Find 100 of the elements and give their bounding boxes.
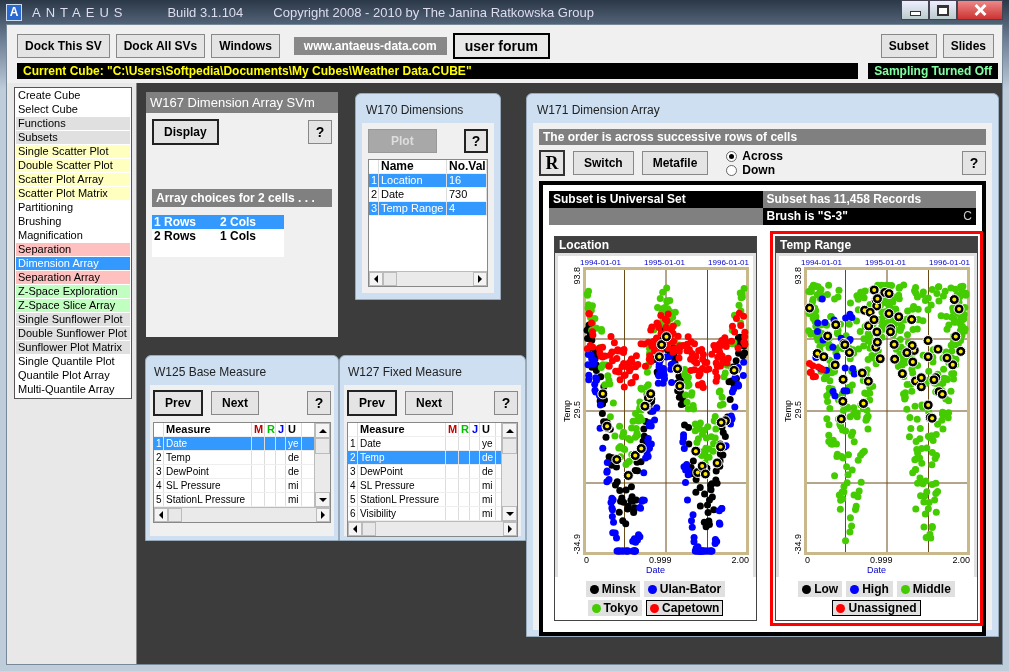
row-number: 4 xyxy=(154,479,164,492)
legend-item[interactable]: Unassigned xyxy=(832,600,921,616)
toolbar-button[interactable]: Dock This SV xyxy=(17,34,110,58)
vertical-scrollbar[interactable] xyxy=(314,423,330,507)
next-button[interactable]: Next xyxy=(405,391,454,415)
legend-item[interactable]: High xyxy=(846,581,893,597)
arrow-down-icon xyxy=(505,511,514,516)
legend-item[interactable]: Capetown xyxy=(646,600,724,616)
sidebar-item[interactable]: Scatter Plot Array xyxy=(16,173,130,187)
window-title: W127 Fixed Measure xyxy=(347,364,464,381)
display-button[interactable]: Display xyxy=(152,119,219,145)
row-number: 4 xyxy=(348,479,358,492)
sidebar-item[interactable]: Double Sunflower Plot xyxy=(16,327,130,341)
help-button[interactable]: ? xyxy=(464,129,488,153)
table-row[interactable]: 4 SL Pressure mi xyxy=(154,479,314,493)
r-button[interactable]: R xyxy=(539,150,565,176)
sidebar-item[interactable]: Z-Space Exploration xyxy=(16,285,130,299)
column-header: M xyxy=(446,423,459,436)
axis-tick-label: 1995-01-01 xyxy=(644,258,685,267)
axis-tick-label: 0 xyxy=(805,555,810,565)
legend-item[interactable]: Tokyo xyxy=(587,600,643,616)
axis-tick-label: -34.9 xyxy=(793,534,804,555)
horizontal-scrollbar[interactable] xyxy=(369,271,487,286)
row-number: 5 xyxy=(348,493,358,506)
sidebar-item[interactable]: Scatter Plot Matrix xyxy=(16,187,130,201)
arrow-left-icon xyxy=(159,511,163,519)
prev-button[interactable]: Prev xyxy=(153,390,204,416)
sidebar-item[interactable]: Double Scatter Plot xyxy=(16,159,130,173)
axis-tick-label: 1995-01-01 xyxy=(865,258,906,267)
sidebar-item[interactable]: Sunflower Plot Matrix xyxy=(16,341,130,355)
panel-title: Temp Range xyxy=(776,237,977,253)
arrow-up-icon xyxy=(505,428,514,433)
sidebar-item[interactable]: Subsets xyxy=(16,131,130,145)
minimize-button[interactable] xyxy=(901,0,929,20)
scrollbar-thumb[interactable] xyxy=(315,438,330,454)
legend-label: Unassigned xyxy=(848,601,917,615)
help-button[interactable]: ? xyxy=(494,391,518,415)
table-row[interactable]: 5 StationL Pressure mi xyxy=(348,493,501,507)
column-header: M xyxy=(252,423,265,436)
next-button[interactable]: Next xyxy=(211,391,260,415)
toolbar-button[interactable]: Dock All SVs xyxy=(115,34,206,58)
forum-button[interactable]: user forum xyxy=(452,33,550,59)
action-button[interactable]: Switch xyxy=(573,151,634,175)
vertical-scrollbar[interactable] xyxy=(501,423,517,521)
help-button[interactable]: ? xyxy=(962,151,986,175)
sidebar-item[interactable]: Functions xyxy=(16,117,130,131)
table-cell: 4 xyxy=(447,202,487,215)
legend-label: Minsk xyxy=(601,582,636,596)
window-title: W167 Dimension Array SVm xyxy=(146,92,338,113)
table-row[interactable]: 2 Temp de xyxy=(154,451,314,465)
legend-item[interactable]: Ulan-Bator xyxy=(643,581,726,597)
table-cell: mi xyxy=(480,493,496,506)
column-header: R xyxy=(265,423,276,436)
toolbar-button[interactable]: Slides xyxy=(942,34,994,58)
axis-label: Temp xyxy=(783,400,793,422)
legend-item[interactable]: Low xyxy=(798,581,843,597)
current-cube-path: Current Cube: "C:\Users\Softpedia\Documents\My Cubes\Weather Data.CUBE" xyxy=(17,63,859,79)
website-link[interactable]: www.antaeus-data.com xyxy=(293,37,447,55)
sidebar-item[interactable]: Z-Space Slice Array xyxy=(16,299,130,313)
radio-button[interactable] xyxy=(726,164,738,176)
sidebar-item[interactable]: Single Scatter Plot xyxy=(16,145,130,159)
column-header: J xyxy=(276,423,286,436)
table-cell: ye xyxy=(480,437,496,450)
legend-item[interactable]: Middle xyxy=(896,581,955,597)
copyright-text: Copyright 2008 - 2010 by The Janina Ratkowska Group xyxy=(273,4,594,20)
action-button[interactable]: Metafile xyxy=(641,151,709,175)
table-cell: Temp Range xyxy=(379,202,447,215)
horizontal-scrollbar[interactable] xyxy=(348,521,517,536)
section-heading: Array choices for 2 cells . . . xyxy=(152,189,332,207)
scrollbar-thumb[interactable] xyxy=(502,438,517,454)
sidebar-item[interactable]: Single Sunflower Plot xyxy=(16,313,130,327)
plot-panel[interactable]: Temp Range 1994-01-01 1995-01-01 1996-01-01 Temp 93.8 29.5 -34.9 0 0.999 2.00 Date Low High Middle Unassigned xyxy=(770,231,983,626)
toolbar-button[interactable]: Windows xyxy=(211,34,280,58)
legend-label: Low xyxy=(814,582,839,596)
close-button[interactable] xyxy=(957,0,1003,20)
axis-tick-label: 0.999 xyxy=(648,555,672,565)
table-cell: Location xyxy=(379,174,447,187)
table-cell: StationL Pressure xyxy=(358,493,446,506)
horizontal-scrollbar[interactable] xyxy=(154,507,330,522)
table-row[interactable]: 4 SL Pressure mi xyxy=(348,479,501,493)
help-button[interactable]: ? xyxy=(308,120,332,144)
column-header: No.Val xyxy=(447,160,487,173)
table-cell: SL Pressure xyxy=(358,479,446,492)
axis-tick-label: -34.9 xyxy=(572,534,583,555)
help-button[interactable]: ? xyxy=(307,391,331,415)
legend-item[interactable]: Minsk xyxy=(585,581,640,597)
maximize-button[interactable] xyxy=(929,0,957,20)
sidebar-item[interactable]: Separation Array xyxy=(16,271,130,285)
prev-button[interactable]: Prev xyxy=(347,390,398,416)
sidebar-item[interactable]: Separation xyxy=(16,243,130,257)
sampling-status: Sampling Turned Off xyxy=(868,63,998,79)
table-cell: de xyxy=(480,465,496,478)
toolbar-button[interactable]: Subset xyxy=(880,34,937,58)
table-row[interactable]: 3 DewPoint de xyxy=(348,465,501,479)
axis-label: Date xyxy=(867,565,886,575)
legend-label: Tokyo xyxy=(603,601,639,615)
array-choice[interactable]: 2 Rows 1 Cols xyxy=(152,229,284,243)
radio-button[interactable] xyxy=(726,150,738,162)
legend-label: Middle xyxy=(912,582,951,596)
table-row[interactable]: 3 DewPoint de xyxy=(154,465,314,479)
